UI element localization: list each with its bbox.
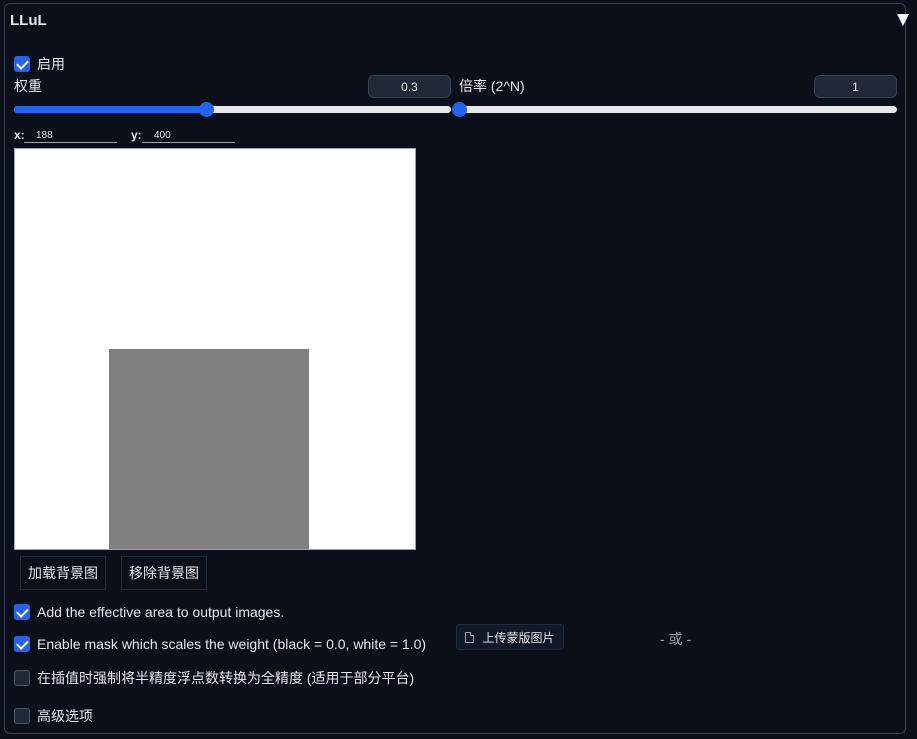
upload-mask-button[interactable]: 上传蒙版图片 [456,624,564,650]
force-full-precision-label: 在插值时强制将半精度浮点数转换为全精度 (适用于部分平台) [37,670,415,686]
mask-canvas[interactable] [14,148,416,550]
mask-area-rect[interactable] [109,349,309,549]
enable-label: 启用 [37,56,65,72]
file-icon [465,631,475,643]
enable-mask-box[interactable] [14,636,30,652]
weight-label: 权重 [14,78,42,94]
weight-number-input[interactable]: 0.3 [368,75,451,98]
advanced-options-box[interactable] [14,708,30,724]
enable-checkbox-box[interactable] [14,56,30,72]
remove-background-button[interactable]: 移除背景图 [121,556,207,590]
enable-checkbox[interactable]: 启用 [14,54,65,74]
enable-mask-label: Enable mask which scales the weight (bla… [37,636,427,652]
upload-mask-label: 上传蒙版图片 [482,630,555,645]
multiplier-number-input[interactable]: 1 [814,75,897,98]
add-effective-area-label: Add the effective area to output images. [37,604,285,620]
collapse-triangle-icon[interactable] [897,14,909,26]
y-coord-field[interactable]: 400 [142,129,235,143]
add-effective-area-checkbox[interactable]: Add the effective area to output images. [14,604,284,620]
advanced-options-checkbox[interactable]: 高级选项 [14,706,93,726]
advanced-options-label: 高级选项 [37,708,93,724]
weight-slider[interactable] [14,102,451,117]
or-separator: - 或 - [660,631,692,647]
panel-title: LLuL [10,12,47,29]
force-full-precision-checkbox[interactable]: 在插值时强制将半精度浮点数转换为全精度 (适用于部分平台) [14,668,414,688]
add-effective-area-box[interactable] [14,604,30,620]
load-background-button[interactable]: 加载背景图 [20,556,106,590]
multiplier-label: 倍率 (2^N) [459,78,525,94]
multiplier-slider-thumb[interactable] [452,102,467,117]
force-full-precision-box[interactable] [14,670,30,686]
x-coord-field[interactable]: 188 [24,129,117,143]
weight-slider-fill [14,106,206,113]
enable-mask-checkbox[interactable]: Enable mask which scales the weight (bla… [14,636,426,652]
multiplier-slider[interactable] [452,102,897,117]
weight-slider-thumb[interactable] [198,102,214,117]
y-coord-label: y: [131,128,142,142]
